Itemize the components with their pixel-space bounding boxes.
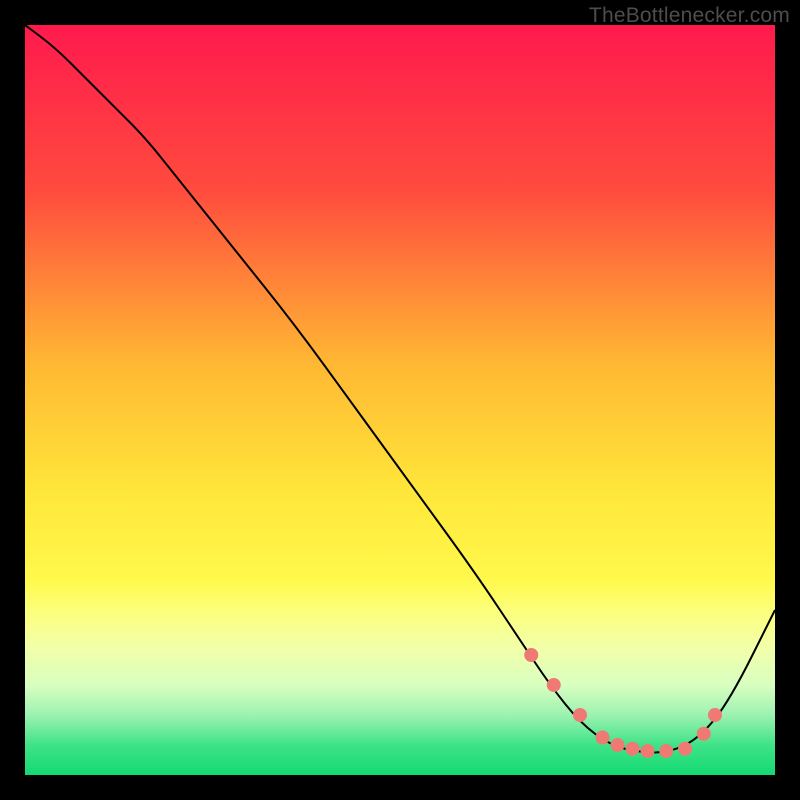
marker-dot [547, 678, 561, 692]
marker-dot [573, 708, 587, 722]
bottleneck-chart [25, 25, 775, 775]
marker-dot [611, 738, 625, 752]
marker-dot [697, 727, 711, 741]
marker-dot [524, 648, 538, 662]
marker-dot [626, 742, 640, 756]
marker-dot [659, 744, 673, 758]
marker-dot [678, 742, 692, 756]
chart-frame [25, 25, 775, 775]
attribution-text: TheBottlenecker.com [589, 4, 790, 28]
marker-dot [641, 744, 655, 758]
marker-dot [596, 731, 610, 745]
marker-dot [708, 708, 722, 722]
gradient-background [25, 25, 775, 775]
